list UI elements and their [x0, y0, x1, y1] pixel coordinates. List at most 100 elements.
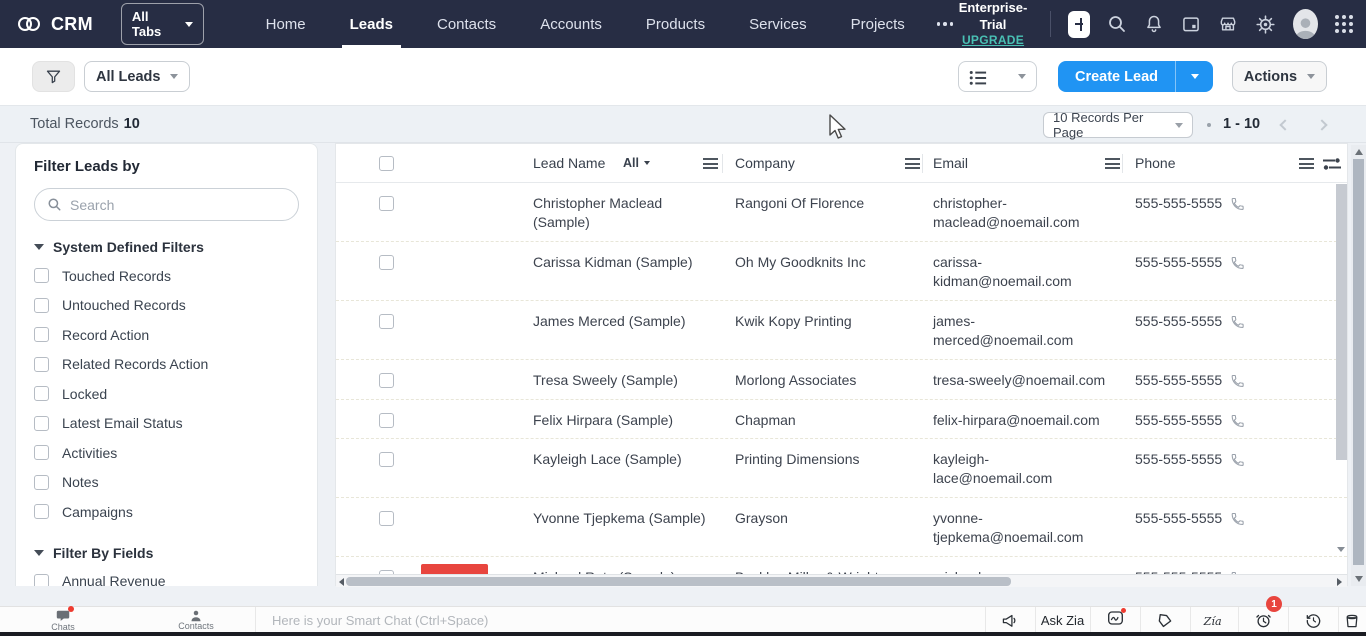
phone-icon[interactable] [1230, 314, 1245, 329]
tab-services[interactable]: Services [727, 0, 829, 48]
apps-grid-icon[interactable] [1335, 15, 1353, 33]
email-cell[interactable]: felix-hirpara@noemail.com [933, 411, 1128, 430]
tab-accounts[interactable]: Accounts [518, 0, 624, 48]
row-checkbox[interactable] [379, 196, 394, 211]
marketplace-store-icon[interactable] [1218, 14, 1238, 34]
crm-logo[interactable]: CRM [16, 13, 93, 35]
row-checkbox[interactable] [379, 511, 394, 526]
email-cell[interactable]: tresa-sweely@noemail.com [933, 371, 1128, 390]
col-header-company[interactable]: Company [735, 155, 795, 171]
calendar-icon[interactable] [1181, 14, 1201, 34]
smart-chat-input[interactable] [272, 607, 912, 634]
reminders-button[interactable] [1238, 607, 1288, 634]
lead-name-cell[interactable]: Felix Hirpara (Sample) [533, 411, 723, 430]
zia-signature-button[interactable]: Zía [1190, 607, 1238, 634]
actions-dropdown[interactable]: Actions [1232, 61, 1327, 92]
scroll-down-icon[interactable] [1354, 576, 1363, 582]
checkbox[interactable] [34, 573, 49, 586]
tab-leads[interactable]: Leads [328, 0, 415, 48]
tab-products[interactable]: Products [624, 0, 727, 48]
checkbox[interactable] [34, 386, 49, 402]
col-header-email[interactable]: Email [933, 155, 968, 171]
email-cell[interactable]: james- merced@noemail.com [933, 312, 1128, 350]
email-cell[interactable]: kayleigh- lace@noemail.com [933, 450, 1128, 488]
section-system-defined-filters[interactable]: System Defined Filters [34, 239, 299, 255]
contacts-panel-button[interactable]: Contacts [173, 607, 219, 634]
checkbox[interactable] [34, 415, 49, 431]
col-header-phone[interactable]: Phone [1135, 155, 1175, 171]
next-page-icon[interactable] [1316, 119, 1328, 131]
phone-icon[interactable] [1230, 255, 1245, 270]
table-row[interactable]: Felix Hirpara (Sample) Chapman felix-hir… [336, 400, 1347, 439]
checkbox[interactable] [34, 297, 49, 313]
checkbox[interactable] [34, 268, 49, 284]
recycle-bin-button[interactable] [1338, 607, 1366, 634]
upgrade-link[interactable]: UPGRADE [953, 33, 1032, 48]
filter-item-notes[interactable]: Notes [34, 468, 299, 498]
zia-insights-button[interactable] [1090, 607, 1140, 634]
page-vertical-scrollbar-thumb[interactable] [1353, 159, 1364, 565]
horizontal-scrollbar[interactable] [336, 574, 1347, 587]
filter-item-activities[interactable]: Activities [34, 438, 299, 468]
tag-button[interactable] [1140, 607, 1190, 634]
scroll-left-icon[interactable] [339, 578, 344, 586]
filter-toggle-button[interactable] [32, 61, 75, 92]
row-checkbox[interactable] [379, 255, 394, 270]
filter-item-related-records-action[interactable]: Related Records Action [34, 350, 299, 380]
filter-item-touched-records[interactable]: Touched Records [34, 261, 299, 291]
prev-page-icon[interactable] [1279, 119, 1291, 131]
phone-icon[interactable] [1230, 373, 1245, 388]
user-avatar[interactable] [1293, 9, 1318, 39]
phone-icon[interactable] [1230, 511, 1245, 526]
checkbox[interactable] [34, 356, 49, 372]
lead-name-cell[interactable]: James Merced (Sample) [533, 312, 723, 331]
lead-name-filter-dropdown[interactable]: All [623, 156, 650, 170]
table-row[interactable]: Tresa Sweely (Sample) Morlong Associates… [336, 360, 1347, 400]
tab-home[interactable]: Home [244, 0, 328, 48]
checkbox[interactable] [34, 504, 49, 520]
column-settings-icon[interactable] [1322, 157, 1342, 171]
column-menu-icon[interactable] [1105, 158, 1120, 169]
table-vertical-scrollbar-thumb[interactable] [1336, 184, 1347, 460]
filter-item-annual-revenue[interactable]: Annual Revenue [34, 567, 299, 586]
filter-item-campaigns[interactable]: Campaigns [34, 497, 299, 527]
table-row[interactable]: Kayleigh Lace (Sample) Printing Dimensio… [336, 439, 1347, 498]
column-menu-icon[interactable] [1299, 158, 1314, 169]
section-filter-by-fields[interactable]: Filter By Fields [34, 545, 299, 561]
tab-contacts[interactable]: Contacts [415, 0, 518, 48]
list-view-selector[interactable]: All Leads [84, 61, 191, 92]
table-row[interactable]: James Merced (Sample) Kwik Kopy Printing… [336, 301, 1347, 360]
table-scroll-down-icon[interactable] [1337, 547, 1345, 552]
create-lead-dropdown[interactable] [1175, 61, 1213, 92]
horizontal-scrollbar-thumb[interactable] [346, 577, 1011, 586]
row-checkbox[interactable] [379, 373, 394, 388]
lead-name-cell[interactable]: Yvonne Tjepkema (Sample) [533, 509, 723, 528]
table-row-partial[interactable]: Michael Ruta (Sample) Buckley Miller & W… [336, 557, 1347, 574]
ask-zia-button[interactable]: Ask Zia [1035, 607, 1090, 634]
lead-name-cell[interactable]: Tresa Sweely (Sample) [533, 371, 723, 390]
tab-projects[interactable]: Projects [829, 0, 927, 48]
email-cell[interactable]: carissa- kidman@noemail.com [933, 253, 1128, 291]
table-row[interactable]: Christopher Maclead (Sample) Rangoni Of … [336, 183, 1347, 242]
records-per-page-dropdown[interactable]: 10 Records Per Page [1043, 110, 1193, 140]
phone-icon[interactable] [1230, 413, 1245, 428]
search-icon[interactable] [1107, 14, 1127, 34]
filter-item-record-action[interactable]: Record Action [34, 320, 299, 350]
announcements-button[interactable] [985, 607, 1035, 634]
table-row[interactable]: Yvonne Tjepkema (Sample) Grayson yvonne-… [336, 498, 1347, 557]
chats-panel-button[interactable]: Chats [40, 606, 86, 634]
notifications-bell-icon[interactable] [1144, 14, 1164, 34]
page-vertical-scrollbar[interactable] [1351, 145, 1366, 586]
scroll-right-icon[interactable] [1337, 578, 1342, 586]
phone-icon[interactable] [1230, 196, 1245, 211]
checkbox[interactable] [34, 327, 49, 343]
display-mode-dropdown[interactable] [958, 61, 1037, 92]
col-header-lead-name[interactable]: Lead Name [533, 155, 605, 171]
filter-item-untouched-records[interactable]: Untouched Records [34, 291, 299, 321]
more-tabs-icon[interactable] [936, 0, 954, 48]
table-row[interactable]: Carissa Kidman (Sample) Oh My Goodknits … [336, 242, 1347, 301]
checkbox[interactable] [34, 474, 49, 490]
phone-icon[interactable] [1230, 452, 1245, 467]
email-cell[interactable]: yvonne- tjepkema@noemail.com [933, 509, 1128, 547]
lead-name-cell[interactable]: Carissa Kidman (Sample) [533, 253, 723, 272]
